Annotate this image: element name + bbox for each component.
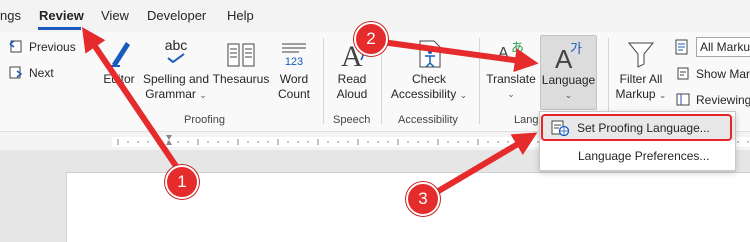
arrow-to-language-button: [379, 39, 539, 73]
step-marker-2: 2: [354, 22, 388, 56]
arrow-to-set-proofing-language: [427, 132, 538, 199]
arrow-to-review-tab: [81, 27, 183, 175]
step-marker-3: 3: [406, 182, 440, 216]
step-marker-1: 1: [165, 165, 199, 199]
